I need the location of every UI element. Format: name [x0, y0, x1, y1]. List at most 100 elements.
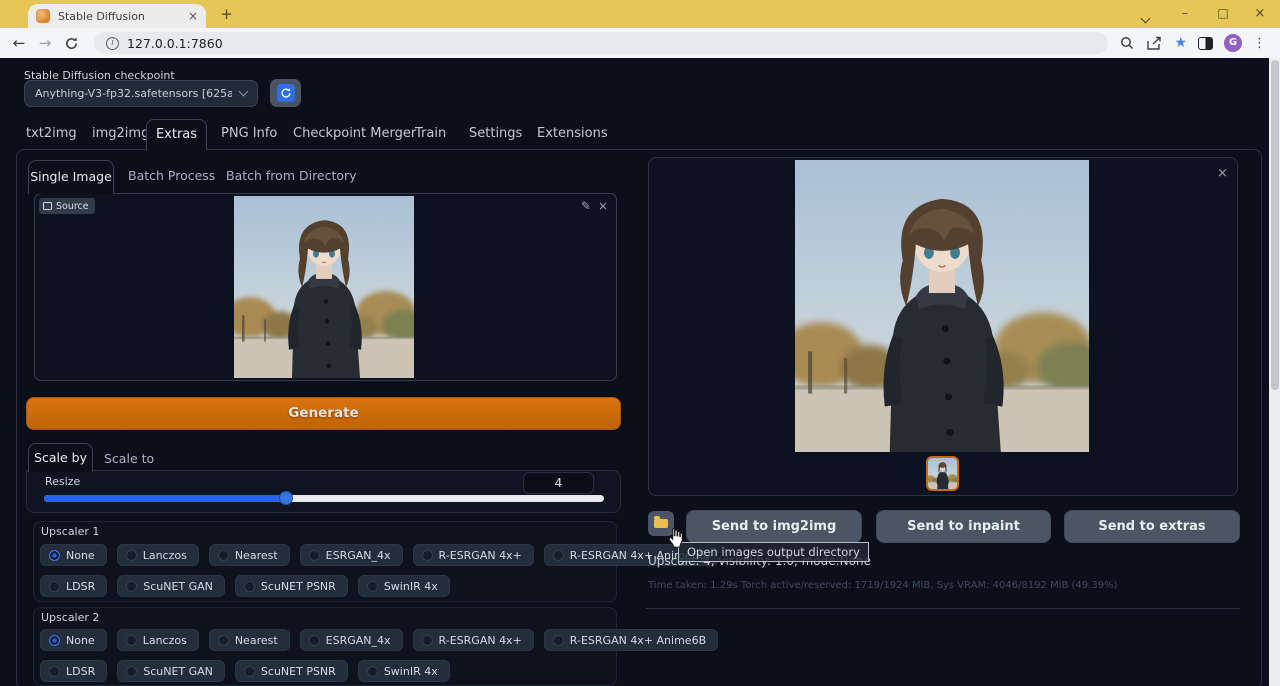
thumbnail-image [928, 458, 957, 489]
upscaler1-option-lanczos[interactable]: Lanczos [117, 544, 199, 566]
tab-settings[interactable]: Settings [469, 126, 522, 141]
browser-tab-strip: Stable Diffusion × + – □ × [0, 0, 1280, 28]
resize-label: Resize [45, 475, 80, 488]
maximize-button[interactable]: □ [1216, 6, 1230, 22]
upscaler1-option-nearest[interactable]: Nearest [209, 544, 290, 566]
refresh-checkpoints-button[interactable] [270, 79, 301, 107]
gallery-close-icon[interactable]: × [1217, 166, 1228, 181]
radio-icon [244, 666, 255, 677]
radio-icon [49, 581, 60, 592]
browser-window: Stable Diffusion × + – □ × ← → i 127.0.0… [0, 0, 1280, 686]
slider-handle[interactable] [279, 491, 293, 505]
upscaler1-option-esrgan4x[interactable]: ESRGAN_4x [300, 544, 403, 566]
upscaler1-option-scunet-gan[interactable]: ScuNET GAN [117, 575, 225, 597]
back-icon[interactable]: ← [6, 34, 32, 52]
window-close-button[interactable]: × [1253, 6, 1267, 22]
radio-icon [553, 550, 564, 561]
upscaler2-option-ldsr[interactable]: LDSR [40, 660, 107, 682]
scrollbar-thumb[interactable] [1271, 60, 1279, 390]
radio-icon [367, 666, 378, 677]
source-chip: Source [39, 198, 95, 214]
tab-extras[interactable]: Extras [146, 119, 207, 150]
url-text[interactable]: 127.0.0.1:7860 [127, 36, 223, 51]
new-tab-button[interactable]: + [218, 6, 235, 23]
tab-extensions[interactable]: Extensions [537, 126, 608, 141]
source-chip-label: Source [56, 201, 89, 212]
tab-txt2img[interactable]: txt2img [26, 126, 77, 141]
edit-image-icon[interactable]: ✎ [581, 199, 591, 213]
radio-icon [309, 635, 320, 646]
site-info-icon[interactable]: i [106, 37, 119, 50]
radio-checked-icon [49, 635, 60, 646]
tab-checkpoint-merger[interactable]: Checkpoint Merger [293, 126, 416, 141]
resize-slider-block: Resize 4 [26, 470, 621, 513]
zoom-icon[interactable] [1119, 35, 1135, 51]
tab-scale-by[interactable]: Scale by [28, 443, 93, 472]
tab-batch-process[interactable]: Batch Process [128, 168, 215, 183]
folder-tooltip: Open images output directory [678, 542, 869, 562]
browser-menu-icon[interactable]: ⋮ [1253, 36, 1266, 51]
resize-slider[interactable] [44, 495, 604, 502]
send-to-inpaint-button[interactable]: Send to inpaint [876, 510, 1051, 543]
radio-icon [126, 635, 137, 646]
url-bar[interactable]: i 127.0.0.1:7860 [94, 32, 1108, 54]
upscaler2-option-none[interactable]: None [40, 629, 107, 651]
tab-scale-to[interactable]: Scale to [104, 451, 154, 466]
radio-icon [553, 635, 564, 646]
radio-checked-icon [49, 550, 60, 561]
upscaler2-option-scunet-psnr[interactable]: ScuNET PSNR [235, 660, 348, 682]
radio-icon [218, 635, 229, 646]
generate-button[interactable]: Generate [26, 397, 621, 430]
upscaler1-option-ldsr[interactable]: LDSR [40, 575, 107, 597]
upscaler2-option-esrgan4x[interactable]: ESRGAN_4x [300, 629, 403, 651]
share-icon[interactable] [1146, 36, 1163, 51]
upscaler1-option-scunet-psnr[interactable]: ScuNET PSNR [235, 575, 348, 597]
divider [646, 608, 1240, 609]
source-image-dropzone[interactable]: Source ✎ × [34, 193, 617, 381]
page-scrollbar[interactable] [1269, 58, 1280, 686]
chevron-down-icon [239, 87, 249, 97]
send-to-img2img-button[interactable]: Send to img2img [686, 510, 862, 543]
tab-png-info[interactable]: PNG Info [221, 126, 277, 141]
send-to-extras-button[interactable]: Send to extras [1064, 510, 1240, 543]
stable-diffusion-favicon [36, 9, 50, 23]
upscaler2-option-swinir4x[interactable]: SwinIR 4x [358, 660, 450, 682]
profile-avatar[interactable]: G [1224, 34, 1242, 52]
minimize-button[interactable]: – [1178, 6, 1192, 22]
gallery-thumbnail[interactable] [926, 456, 959, 491]
upscaler2-option-lanczos[interactable]: Lanczos [117, 629, 199, 651]
tab-single-image[interactable]: Single Image [28, 160, 114, 194]
browser-tab[interactable]: Stable Diffusion × [28, 4, 206, 28]
tab-train[interactable]: Train [415, 126, 446, 141]
upscaler1-option-swinir4x[interactable]: SwinIR 4x [358, 575, 450, 597]
checkpoint-dropdown[interactable]: Anything-V3-fp32.safetensors [625a2ba2] [24, 80, 258, 107]
side-panel-icon[interactable] [1198, 37, 1213, 50]
tab-batch-from-directory[interactable]: Batch from Directory [226, 168, 357, 183]
radio-icon [218, 550, 229, 561]
radio-icon [422, 635, 433, 646]
upscaler2-option-scunet-gan[interactable]: ScuNET GAN [117, 660, 225, 682]
upscaler1-label: Upscaler 1 [41, 525, 99, 538]
upscaler2-label: Upscaler 2 [41, 611, 99, 624]
tab-img2img[interactable]: img2img [92, 126, 149, 141]
upscaler2-option-nearest[interactable]: Nearest [209, 629, 290, 651]
tab-title: Stable Diffusion [58, 10, 180, 23]
radio-icon [244, 581, 255, 592]
upscaler1-option-resrgan4x[interactable]: R-ESRGAN 4x+ [413, 544, 534, 566]
upscaler2-option-resrgan-anime6b[interactable]: R-ESRGAN 4x+ Anime6B [544, 629, 718, 651]
result-image[interactable] [795, 160, 1089, 452]
reload-icon[interactable] [58, 36, 84, 51]
bookmark-star-icon[interactable]: ★ [1174, 35, 1187, 51]
webui-page: Stable Diffusion checkpoint Anything-V3-… [0, 58, 1269, 686]
toolbar-right-icons: ★ G ⋮ [1119, 32, 1266, 54]
tab-close-icon[interactable]: × [188, 9, 198, 23]
resize-value-input[interactable]: 4 [523, 472, 594, 494]
radio-icon [126, 550, 137, 561]
tab-search-chevron-icon[interactable] [1142, 11, 1149, 27]
upscaler2-option-resrgan4x[interactable]: R-ESRGAN 4x+ [413, 629, 534, 651]
refresh-icon [277, 84, 295, 102]
clear-image-icon[interactable]: × [598, 199, 608, 213]
upscaler1-option-none[interactable]: None [40, 544, 107, 566]
radio-icon [367, 581, 378, 592]
forward-icon[interactable]: → [32, 34, 58, 52]
